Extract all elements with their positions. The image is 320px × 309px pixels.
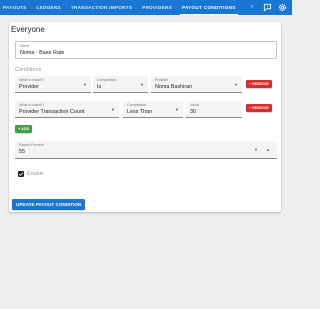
name-field[interactable]: Name Noma - Base Rate [15, 41, 277, 59]
condition-1-what-label: What to match? [19, 78, 45, 82]
increment-icon[interactable]: ▲ [266, 147, 270, 152]
minus-icon: − [249, 106, 252, 110]
tab-transaction-imports[interactable]: TRANSACTION IMPORTS [66, 0, 137, 15]
tab-payouts[interactable]: PAYOUTS [0, 0, 32, 15]
nav-tabs: PAYOUTS LEDGERS TRANSACTION IMPORTS PROV… [0, 0, 241, 16]
add-condition-label: ADD [21, 127, 30, 131]
card-title: Everyone [11, 25, 45, 34]
chevron-down-icon: ▼ [234, 82, 238, 87]
plus-icon: + [18, 127, 21, 131]
payout-percent-label: Payout Percent [19, 143, 44, 147]
conditions-label: Conditions [15, 67, 42, 73]
condition-2-remove-button[interactable]: − REMOVE [246, 104, 272, 112]
condition-1-remove-label: REMOVE [252, 82, 269, 86]
tab-payout-conditions[interactable]: PAYOUT CONDITIONS [177, 0, 241, 16]
condition-2-value-label: Value [190, 103, 199, 107]
update-payout-condition-button[interactable]: UPDATE PAYOUT CONDITION [12, 199, 86, 210]
condition-2-what-value: Provider Transaction Count [19, 109, 85, 115]
name-field-value: Noma - Base Rate [20, 50, 65, 56]
condition-2-comparison-label: Comparison [127, 103, 147, 107]
payout-condition-card: Everyone Name Noma - Base Rate Condition… [9, 22, 281, 212]
condition-1-remove-button[interactable]: − REMOVE [246, 80, 272, 88]
condition-1-comparison-value: Is [97, 84, 102, 90]
chevron-down-icon: ▼ [111, 107, 115, 112]
condition-1-provider-select[interactable]: Provider Noma Bashiran ▼ [151, 76, 242, 93]
payout-percent-input[interactable]: Payout Percent 55 ▼ ▲ [15, 141, 277, 159]
add-condition-button[interactable]: + ADD [15, 125, 33, 133]
name-field-label: Name [20, 44, 30, 48]
settings-icon[interactable] [278, 3, 287, 12]
minus-icon: − [249, 82, 252, 86]
chevron-down-icon: ▼ [140, 82, 144, 87]
condition-1-provider-label: Provider [155, 78, 169, 82]
tab-ledgers[interactable]: LEDGERS [32, 0, 66, 15]
condition-1-provider-value: Noma Bashiran [155, 84, 193, 90]
payout-percent-value: 55 [19, 149, 25, 155]
condition-2-comparison-select[interactable]: Comparison Less Than ▼ [123, 101, 183, 118]
condition-2-what-label: What to match? [19, 103, 45, 107]
condition-2-value-value: 30 [190, 109, 196, 115]
enable-label: Enable [27, 171, 44, 177]
condition-2-comparison-value: Less Than [127, 109, 153, 115]
condition-2-what-select[interactable]: What to match? Provider Transaction Coun… [15, 101, 119, 118]
condition-1-what-value: Provider [19, 84, 40, 90]
condition-1-what-select[interactable]: What to match? Provider ▼ [15, 76, 91, 93]
chevron-right-icon[interactable]: › [251, 0, 253, 15]
enable-checkbox[interactable] [18, 171, 24, 177]
decrement-icon[interactable]: ▼ [254, 147, 258, 152]
condition-2-remove-label: REMOVE [252, 106, 269, 110]
chevron-down-icon: ▼ [175, 107, 179, 112]
condition-1-comparison-select[interactable]: Comparison Is ▼ [93, 76, 148, 93]
tab-providers[interactable]: PROVIDERS [137, 0, 177, 15]
app-bar: PAYOUTS LEDGERS TRANSACTION IMPORTS PROV… [0, 0, 292, 16]
check-icon [18, 172, 24, 176]
condition-1-comparison-label: Comparison [97, 78, 117, 82]
chat-icon[interactable] [263, 3, 272, 12]
chevron-down-icon: ▼ [83, 82, 87, 87]
condition-2-value-input[interactable]: Value 30 [186, 101, 242, 118]
